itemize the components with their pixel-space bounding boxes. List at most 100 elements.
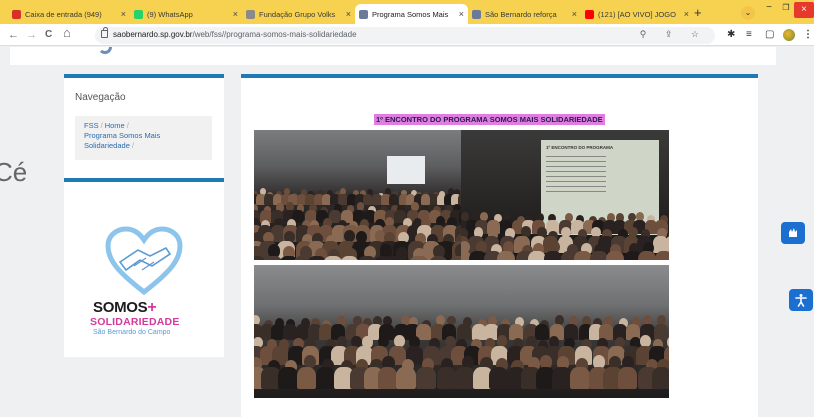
person-body (544, 251, 563, 260)
back-button[interactable]: ← (8, 27, 19, 43)
forward-button[interactable]: → (26, 27, 37, 43)
navigation-title: Navegação (75, 92, 126, 103)
youtube-icon (585, 9, 594, 19)
person-body (396, 367, 416, 390)
person-body (315, 367, 336, 390)
profile-avatar[interactable] (783, 29, 795, 41)
person-body (420, 194, 431, 205)
heart-hands-logo-icon (105, 226, 183, 296)
extension-puzzle-icon[interactable]: ✱ (727, 28, 735, 42)
logo-somos: SOMOS (93, 299, 148, 316)
minimize-button[interactable]: − (761, 0, 777, 22)
browser-tab[interactable]: (121) [AO VIVO] JOGO × (581, 4, 693, 24)
vlibras-icon (789, 228, 797, 237)
photo-audience[interactable] (254, 130, 461, 260)
person-body (416, 367, 436, 390)
breadcrumb: FSS / Home / Programa Somos Mais Solidaried… (75, 116, 212, 160)
person-body (654, 251, 669, 260)
breadcrumb-fss[interactable]: FSS (84, 121, 99, 130)
reading-list-icon[interactable]: ≡ (746, 28, 752, 42)
page-viewport: Cé Navegação FSS / Home / Programa Somos Ma… (0, 47, 814, 417)
person-body (296, 367, 317, 390)
url-path: /web/fss//programa-somos-mais-solidaried… (192, 30, 357, 39)
breadcrumb-separator: / (131, 141, 134, 150)
browser-tab[interactable]: Caixa de entrada (949) × (8, 4, 130, 24)
person-body (552, 367, 572, 390)
omnibox-action-icons[interactable]: ⚲ ⇪ ☆ (640, 29, 707, 40)
person-body (637, 251, 656, 260)
close-tab-icon[interactable]: × (346, 9, 351, 19)
new-tab-button[interactable]: + (694, 5, 702, 21)
logo-text-somos: SOMOS+ (93, 299, 157, 317)
browser-tab[interactable]: São Bernardo reforça × (468, 4, 581, 24)
browser-tab[interactable]: Fundação Grupo Volks × (242, 4, 355, 24)
maximize-button[interactable]: ❐ (778, 0, 794, 22)
photo-group[interactable] (254, 265, 669, 398)
navigation-panel: Navegação FSS / Home / Programa Somos Mais … (64, 74, 224, 178)
close-tab-icon[interactable]: × (572, 9, 577, 19)
person-body (377, 367, 398, 390)
site-icon (246, 9, 255, 19)
logo-text-solidariedade: SOLIDARIEDADE (90, 316, 180, 328)
saobernardo-icon (359, 9, 368, 19)
breadcrumb-programa[interactable]: Programa Somos Mais Solidariedade (84, 131, 160, 150)
person-body (408, 256, 429, 260)
home-button[interactable]: ⌂ (63, 25, 71, 41)
person-body (534, 324, 550, 341)
lock-icon[interactable] (101, 27, 108, 38)
close-window-button[interactable]: × (794, 2, 814, 18)
projector-screen (387, 156, 425, 184)
close-tab-icon[interactable]: × (121, 9, 126, 19)
tab-title: (9) WhatsApp (147, 9, 193, 19)
page-heading: 1º ENCONTRO DO PROGRAMA SOMOS MAIS SOLID… (374, 114, 605, 125)
breadcrumb-separator: / (126, 121, 129, 130)
person-body (322, 256, 343, 260)
accessibility-icon (795, 294, 807, 307)
vlibras-button[interactable] (781, 222, 805, 244)
tab-title: Programa Somos Mais (372, 9, 449, 19)
person-body (388, 194, 399, 205)
close-tab-icon[interactable]: × (233, 9, 238, 19)
person-body (436, 367, 457, 390)
accessibility-button[interactable] (789, 289, 813, 311)
program-logo-panel: SOMOS+ SOLIDARIEDADE São Bernardo do Cam… (64, 178, 224, 357)
close-tab-icon[interactable]: × (684, 9, 689, 19)
reload-button[interactable]: C (45, 27, 52, 43)
tab-title: (121) [AO VIVO] JOGO (598, 9, 676, 19)
person-body (488, 367, 509, 390)
breadcrumb-home[interactable]: Home (105, 121, 125, 130)
person-body (278, 367, 298, 390)
person-head (496, 335, 508, 347)
whatsapp-icon (134, 9, 143, 19)
saobernardo-icon (472, 9, 481, 19)
breadcrumb-separator: / (100, 121, 103, 130)
person-body (457, 324, 472, 341)
tab-search-button[interactable]: ⌄ (741, 6, 755, 20)
photo-presentation[interactable]: 1º ENCONTRO DO PROGRAMA (461, 130, 669, 260)
browser-tab[interactable]: (9) WhatsApp × (130, 4, 242, 24)
clipped-text-fragment: Cé (0, 157, 28, 187)
browser-tab[interactable]: Programa Somos Mais × (355, 4, 468, 24)
person-body (654, 324, 669, 341)
site-header-strip (10, 47, 776, 65)
url-text[interactable]: saobernardo.sp.gov.br/web/fss//programa-… (113, 30, 357, 39)
person-head (521, 226, 531, 237)
address-bar[interactable]: saobernardo.sp.gov.br/web/fss//programa-… (95, 27, 715, 44)
browser-menu-icon[interactable]: ⋮ (803, 28, 813, 42)
person-body (617, 367, 638, 390)
logo-plus: + (147, 299, 157, 316)
tab-title: Fundação Grupo Volks (259, 9, 336, 19)
close-tab-icon[interactable]: × (459, 9, 464, 19)
person-body (496, 251, 515, 260)
browser-tabstrip: Caixa de entrada (949) × (9) WhatsApp × Fund… (0, 0, 814, 24)
logo-text-city: São Bernardo do Campo (93, 329, 171, 336)
person-body (362, 194, 373, 205)
slide-title: 1º ENCONTRO DO PROGRAMA (546, 145, 614, 150)
person-body (606, 251, 625, 260)
tab-title: Caixa de entrada (949) (25, 9, 102, 19)
browser-toolbar: ← → C ⌂ saobernardo.sp.gov.br/web/fss//p… (0, 24, 814, 46)
side-panel-icon[interactable]: ▢ (765, 28, 774, 42)
person-body (455, 367, 475, 390)
slide-text-lines (546, 156, 606, 196)
person-body (388, 256, 408, 260)
